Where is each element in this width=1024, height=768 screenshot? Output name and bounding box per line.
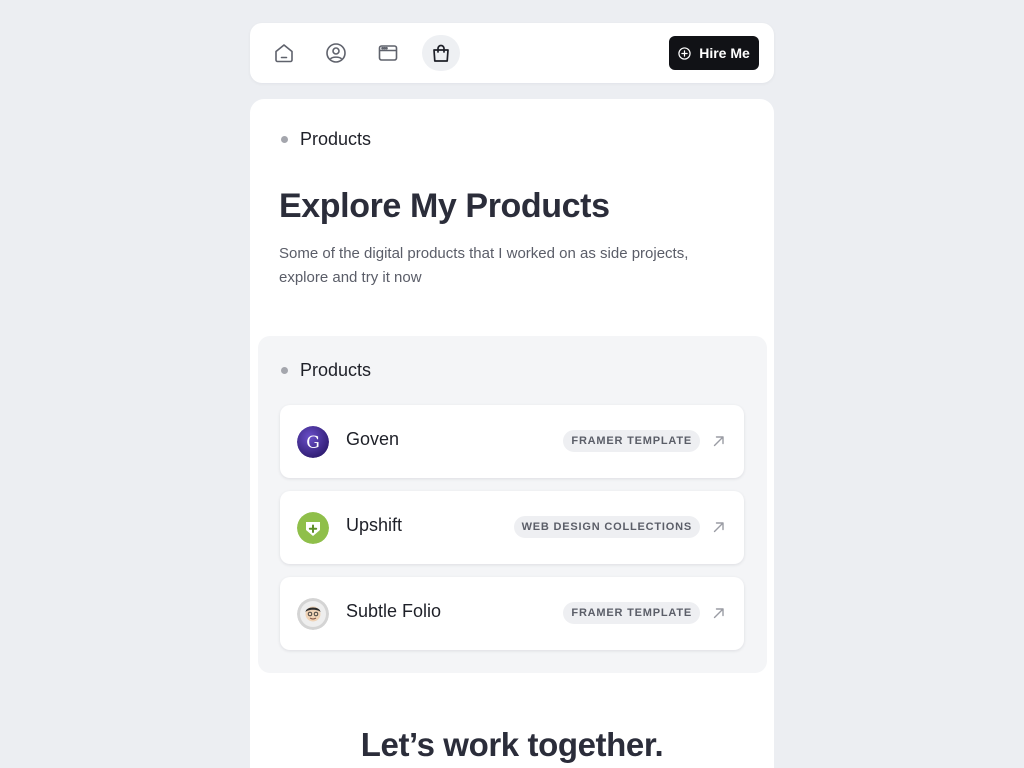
products-section-label: Products	[281, 360, 371, 381]
main-card: Products Explore My Products Some of the…	[250, 99, 774, 768]
product-name: Subtle Folio	[346, 601, 442, 621]
bullet-dot	[281, 367, 288, 374]
shopping-bag-icon[interactable]	[422, 35, 460, 71]
arrow-up-right-icon[interactable]	[710, 432, 728, 450]
svg-text:G: G	[306, 433, 320, 453]
product-tag: FRAMER TEMPLATE	[563, 430, 700, 452]
section-label-text: Products	[300, 129, 372, 149]
product-card-subtle-folio[interactable]: Subtle Folio FRAMER TEMPLATE	[280, 577, 744, 650]
profile-icon[interactable]	[317, 35, 355, 71]
goven-logo: G	[297, 426, 329, 458]
upshift-logo	[297, 512, 329, 544]
products-section-label-text: Products	[300, 360, 372, 380]
home-icon[interactable]	[265, 35, 303, 71]
product-name: Goven	[346, 429, 400, 449]
top-navigation: Hire Me	[250, 23, 774, 83]
product-name: Upshift	[346, 515, 403, 535]
hire-me-button[interactable]: Hire Me	[669, 36, 759, 70]
arrow-up-right-icon[interactable]	[710, 604, 728, 622]
section-label: Products	[281, 129, 371, 150]
product-tag: FRAMER TEMPLATE	[563, 602, 700, 624]
arrow-up-right-icon[interactable]	[710, 518, 728, 536]
products-panel: Products G Goven FRAMER TEMPLATE Upshift…	[258, 336, 767, 673]
plus-circle-icon	[678, 46, 691, 60]
hire-me-label: Hire Me	[699, 45, 750, 61]
cta-title: Let’s work together.	[360, 726, 664, 763]
product-card-upshift[interactable]: Upshift WEB DESIGN COLLECTIONS	[280, 491, 744, 564]
subtle-folio-avatar	[297, 598, 329, 630]
product-tag: WEB DESIGN COLLECTIONS	[513, 516, 700, 538]
page-description: Some of the digital products that I work…	[279, 245, 689, 286]
browser-window-icon[interactable]	[369, 35, 407, 71]
page-title: Explore My Products	[279, 187, 610, 225]
bullet-dot	[281, 136, 288, 143]
product-card-goven[interactable]: G Goven FRAMER TEMPLATE	[280, 405, 744, 478]
